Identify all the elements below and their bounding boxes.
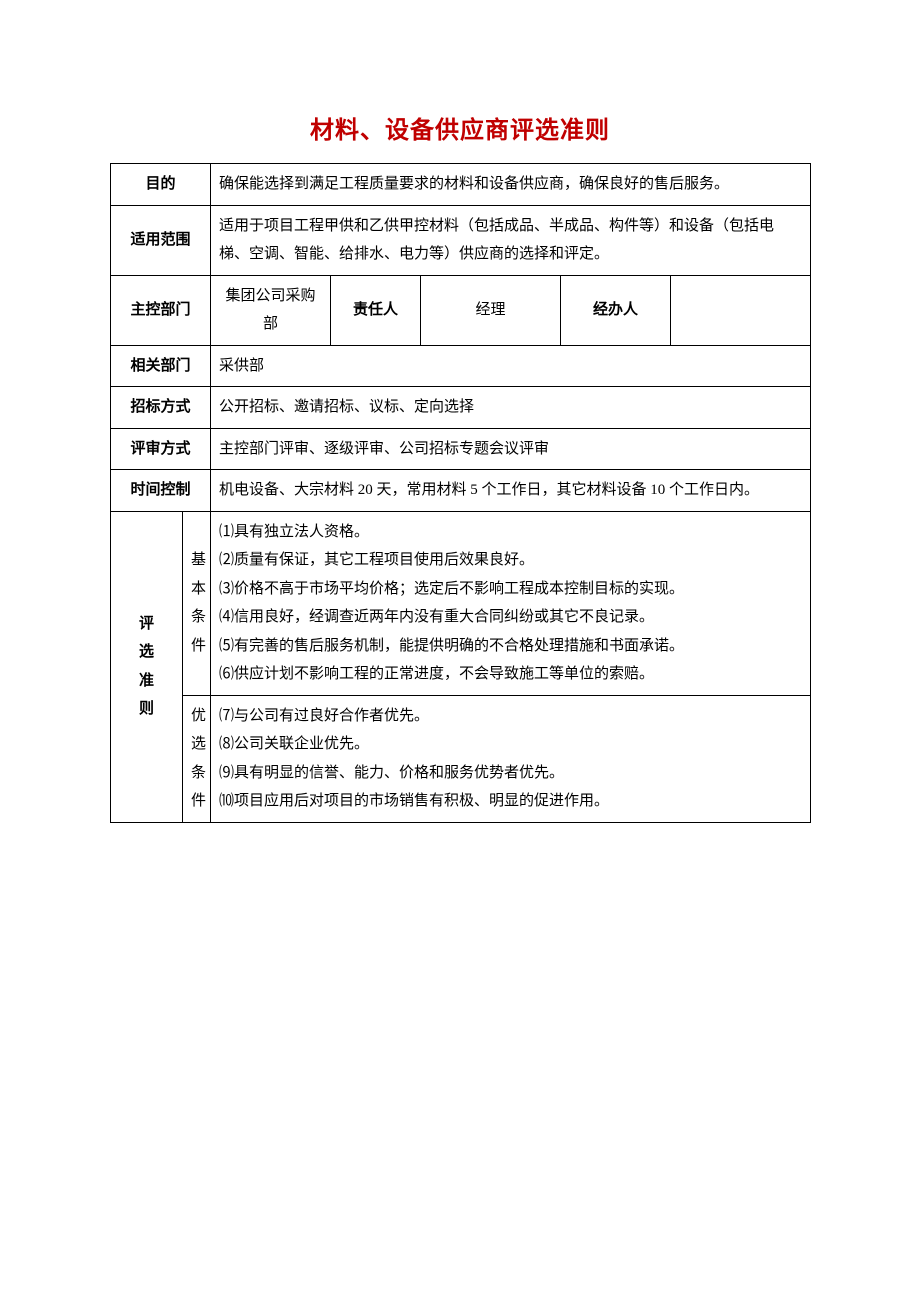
- criteria-table: 目的 确保能选择到满足工程质量要求的材料和设备供应商，确保良好的售后服务。 适用…: [110, 163, 811, 823]
- preferred-item: ⑻公司关联企业优先。: [219, 730, 802, 759]
- value-handler: [671, 275, 811, 345]
- row-purpose: 目的 确保能选择到满足工程质量要求的材料和设备供应商，确保良好的售后服务。: [111, 164, 811, 206]
- preferred-item: ⑼具有明显的信誉、能力、价格和服务优势者优先。: [219, 759, 802, 788]
- basic-item: ⑵质量有保证，其它工程项目使用后效果良好。: [219, 546, 802, 575]
- label-basic: 基本条件: [183, 511, 211, 695]
- row-bid-mode: 招标方式 公开招标、邀请招标、议标、定向选择: [111, 387, 811, 429]
- basic-item: ⑷信用良好，经调查近两年内没有重大合同纠纷或其它不良记录。: [219, 603, 802, 632]
- preferred-item: ⑽项目应用后对项目的市场销售有积极、明显的促进作用。: [219, 787, 802, 816]
- row-main-dept: 主控部门 集团公司采购部 责任人 经理 经办人: [111, 275, 811, 345]
- label-time: 时间控制: [111, 470, 211, 512]
- label-scope: 适用范围: [111, 205, 211, 275]
- label-purpose: 目的: [111, 164, 211, 206]
- basic-item: ⑶价格不高于市场平均价格；选定后不影响工程成本控制目标的实现。: [219, 575, 802, 604]
- basic-item: ⑸有完善的售后服务机制，能提供明确的不合格处理措施和书面承诺。: [219, 632, 802, 661]
- preferred-label-text: 优选条件: [191, 702, 202, 816]
- page-title: 材料、设备供应商评选准则: [110, 110, 810, 145]
- row-rel-dept: 相关部门 采供部: [111, 345, 811, 387]
- preferred-item: ⑺与公司有过良好合作者优先。: [219, 702, 802, 731]
- row-review: 评审方式 主控部门评审、逐级评审、公司招标专题会议评审: [111, 428, 811, 470]
- label-handler: 经办人: [561, 275, 671, 345]
- label-bid-mode: 招标方式: [111, 387, 211, 429]
- label-criteria: 评选准则: [111, 511, 183, 822]
- criteria-label-text: 评选准则: [119, 610, 174, 724]
- basic-item: ⑹供应计划不影响工程的正常进度，不会导致施工等单位的索赔。: [219, 660, 802, 689]
- label-responsible: 责任人: [331, 275, 421, 345]
- document-page: 材料、设备供应商评选准则 目的 确保能选择到满足工程质量要求的材料和设备供应商，…: [0, 0, 920, 1302]
- row-preferred-criteria: 优选条件 ⑺与公司有过良好合作者优先。 ⑻公司关联企业优先。 ⑼具有明显的信誉、…: [111, 695, 811, 822]
- value-rel-dept: 采供部: [211, 345, 811, 387]
- basic-item: ⑴具有独立法人资格。: [219, 518, 802, 547]
- basic-items: ⑴具有独立法人资格。 ⑵质量有保证，其它工程项目使用后效果良好。 ⑶价格不高于市…: [211, 511, 811, 695]
- value-scope: 适用于项目工程甲供和乙供甲控材料（包括成品、半成品、构件等）和设备（包括电梯、空…: [211, 205, 811, 275]
- label-main-dept: 主控部门: [111, 275, 211, 345]
- value-responsible: 经理: [421, 275, 561, 345]
- value-purpose: 确保能选择到满足工程质量要求的材料和设备供应商，确保良好的售后服务。: [211, 164, 811, 206]
- row-basic-criteria: 评选准则 基本条件 ⑴具有独立法人资格。 ⑵质量有保证，其它工程项目使用后效果良…: [111, 511, 811, 695]
- value-review: 主控部门评审、逐级评审、公司招标专题会议评审: [211, 428, 811, 470]
- preferred-items: ⑺与公司有过良好合作者优先。 ⑻公司关联企业优先。 ⑼具有明显的信誉、能力、价格…: [211, 695, 811, 822]
- label-preferred: 优选条件: [183, 695, 211, 822]
- value-main-dept: 集团公司采购部: [211, 275, 331, 345]
- value-bid-mode: 公开招标、邀请招标、议标、定向选择: [211, 387, 811, 429]
- basic-label-text: 基本条件: [191, 546, 202, 660]
- value-time: 机电设备、大宗材料 20 天，常用材料 5 个工作日，其它材料设备 10 个工作…: [211, 470, 811, 512]
- label-review: 评审方式: [111, 428, 211, 470]
- row-scope: 适用范围 适用于项目工程甲供和乙供甲控材料（包括成品、半成品、构件等）和设备（包…: [111, 205, 811, 275]
- label-rel-dept: 相关部门: [111, 345, 211, 387]
- row-time: 时间控制 机电设备、大宗材料 20 天，常用材料 5 个工作日，其它材料设备 1…: [111, 470, 811, 512]
